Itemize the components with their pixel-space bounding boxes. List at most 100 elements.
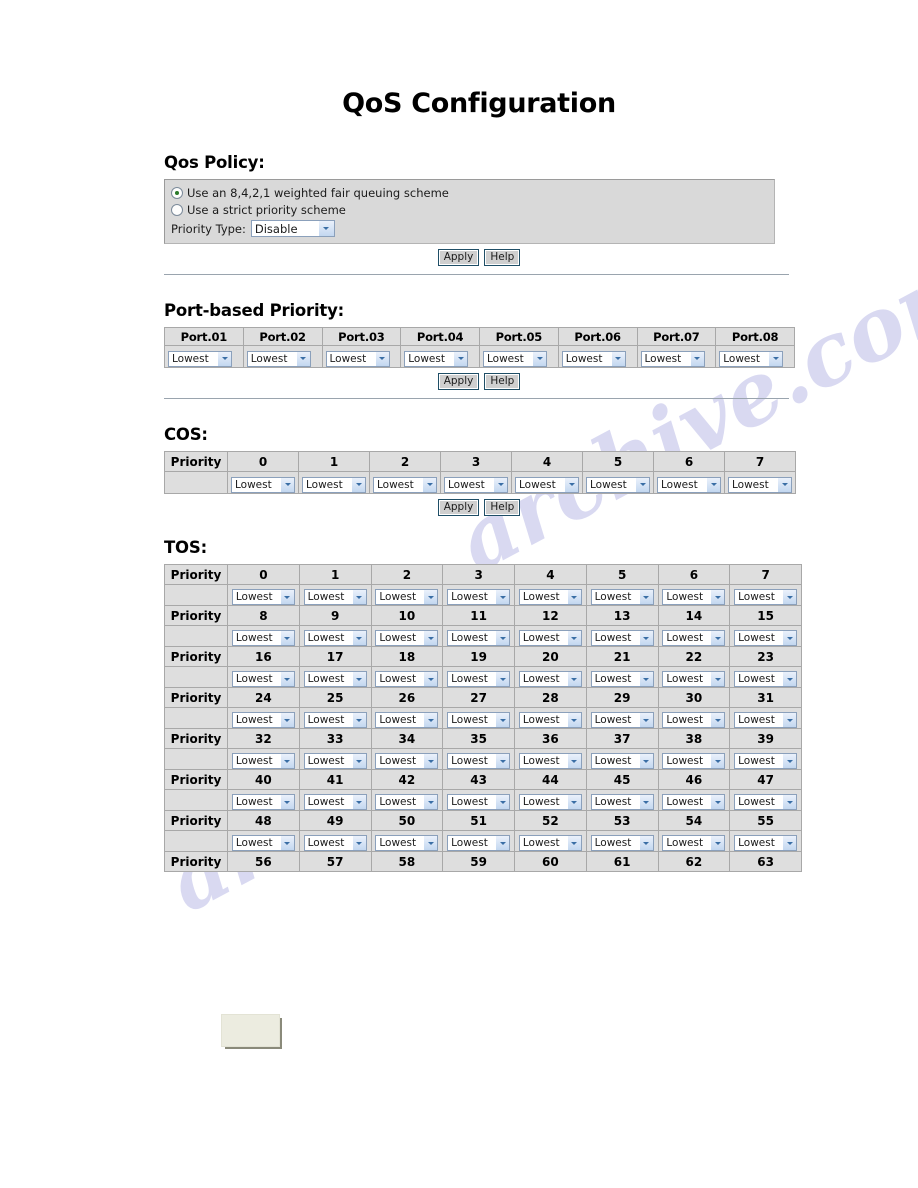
chevron-down-icon[interactable] [423, 795, 438, 809]
tos-priority-select[interactable]: Lowest [662, 753, 726, 769]
priority-type-select[interactable]: Disable [250, 220, 335, 237]
chevron-down-icon[interactable] [423, 754, 438, 768]
tos-priority-select[interactable]: Lowest [734, 589, 798, 605]
cos-priority-select[interactable]: Lowest [231, 476, 295, 493]
chevron-down-icon[interactable] [453, 351, 468, 366]
chevron-down-icon[interactable] [495, 713, 510, 727]
tos-priority-select[interactable]: Lowest [447, 753, 511, 769]
chevron-down-icon[interactable] [638, 754, 653, 768]
tos-priority-select[interactable]: Lowest [375, 835, 439, 851]
chevron-down-icon[interactable] [279, 672, 294, 686]
chevron-down-icon[interactable] [374, 351, 389, 366]
tos-priority-select[interactable]: Lowest [231, 589, 295, 605]
tos-priority-select[interactable]: Lowest [734, 712, 798, 728]
chevron-down-icon[interactable] [566, 590, 581, 604]
tos-priority-select[interactable]: Lowest [231, 794, 295, 810]
port-based-apply-button[interactable]: Apply [437, 373, 480, 390]
port-priority-select[interactable]: Lowest [483, 350, 547, 367]
tos-priority-select[interactable]: Lowest [734, 835, 798, 851]
tos-priority-select[interactable]: Lowest [231, 712, 295, 728]
chevron-down-icon[interactable] [493, 477, 507, 492]
chevron-down-icon[interactable] [532, 351, 546, 366]
tos-priority-select[interactable]: Lowest [518, 589, 582, 605]
chevron-down-icon[interactable] [638, 631, 653, 645]
chevron-down-icon[interactable] [782, 795, 797, 809]
chevron-down-icon[interactable] [495, 754, 510, 768]
chevron-down-icon[interactable] [295, 351, 310, 366]
chevron-down-icon[interactable] [638, 836, 653, 850]
cos-priority-select[interactable]: Lowest [302, 476, 366, 493]
tos-priority-select[interactable]: Lowest [375, 630, 439, 646]
chevron-down-icon[interactable] [566, 713, 581, 727]
tos-priority-select[interactable]: Lowest [662, 671, 726, 687]
tos-priority-select[interactable]: Lowest [590, 712, 654, 728]
tos-priority-select[interactable]: Lowest [231, 630, 295, 646]
tos-priority-select[interactable]: Lowest [375, 589, 439, 605]
chevron-down-icon[interactable] [638, 795, 653, 809]
chevron-down-icon[interactable] [279, 836, 294, 850]
chevron-down-icon[interactable] [495, 795, 510, 809]
chevron-down-icon[interactable] [566, 795, 581, 809]
tos-priority-select[interactable]: Lowest [734, 794, 798, 810]
chevron-down-icon[interactable] [638, 590, 653, 604]
tos-priority-select[interactable]: Lowest [518, 835, 582, 851]
chevron-down-icon[interactable] [710, 713, 725, 727]
port-based-help-button[interactable]: Help [484, 373, 521, 390]
chevron-down-icon[interactable] [279, 590, 294, 604]
port-priority-select[interactable]: Lowest [561, 350, 626, 367]
cos-priority-select[interactable]: Lowest [515, 476, 579, 493]
port-priority-select[interactable]: Lowest [168, 350, 232, 367]
cos-help-button[interactable]: Help [484, 499, 521, 516]
port-priority-select[interactable]: Lowest [404, 350, 469, 367]
tos-priority-select[interactable]: Lowest [447, 671, 511, 687]
chevron-down-icon[interactable] [351, 795, 366, 809]
chevron-down-icon[interactable] [566, 672, 581, 686]
chevron-down-icon[interactable] [610, 351, 625, 366]
chevron-down-icon[interactable] [768, 351, 783, 366]
tos-priority-select[interactable]: Lowest [231, 671, 295, 687]
chevron-down-icon[interactable] [423, 631, 438, 645]
chevron-down-icon[interactable] [782, 590, 797, 604]
tos-priority-select[interactable]: Lowest [518, 630, 582, 646]
chevron-down-icon[interactable] [279, 754, 294, 768]
tos-priority-select[interactable]: Lowest [303, 794, 367, 810]
chevron-down-icon[interactable] [710, 631, 725, 645]
chevron-down-icon[interactable] [423, 672, 438, 686]
tos-priority-select[interactable]: Lowest [590, 753, 654, 769]
tos-priority-select[interactable]: Lowest [447, 835, 511, 851]
tos-priority-select[interactable]: Lowest [518, 794, 582, 810]
tos-priority-select[interactable]: Lowest [447, 630, 511, 646]
chevron-down-icon[interactable] [782, 672, 797, 686]
tos-priority-select[interactable]: Lowest [303, 753, 367, 769]
chevron-down-icon[interactable] [495, 672, 510, 686]
chevron-down-icon[interactable] [279, 713, 294, 727]
tos-priority-select[interactable]: Lowest [590, 630, 654, 646]
chevron-down-icon[interactable] [566, 631, 581, 645]
cos-priority-select[interactable]: Lowest [444, 476, 508, 493]
tos-priority-select[interactable]: Lowest [375, 753, 439, 769]
tos-priority-select[interactable]: Lowest [662, 835, 726, 851]
chevron-down-icon[interactable] [710, 836, 725, 850]
cos-apply-button[interactable]: Apply [437, 499, 480, 516]
chevron-down-icon[interactable] [217, 351, 231, 366]
chevron-down-icon[interactable] [423, 713, 438, 727]
chevron-down-icon[interactable] [782, 836, 797, 850]
chevron-down-icon[interactable] [279, 631, 294, 645]
chevron-down-icon[interactable] [710, 672, 725, 686]
tos-priority-select[interactable]: Lowest [303, 589, 367, 605]
tos-priority-select[interactable]: Lowest [662, 712, 726, 728]
radio-icon-wfq[interactable] [171, 187, 183, 199]
chevron-down-icon[interactable] [782, 754, 797, 768]
chevron-down-icon[interactable] [351, 672, 366, 686]
tos-priority-select[interactable]: Lowest [447, 794, 511, 810]
chevron-down-icon[interactable] [351, 754, 366, 768]
cos-priority-select[interactable]: Lowest [373, 476, 437, 493]
tos-priority-select[interactable]: Lowest [590, 835, 654, 851]
tos-priority-select[interactable]: Lowest [590, 589, 654, 605]
chevron-down-icon[interactable] [351, 713, 366, 727]
chevron-down-icon[interactable] [710, 795, 725, 809]
chevron-down-icon[interactable] [710, 754, 725, 768]
chevron-down-icon[interactable] [423, 590, 438, 604]
radio-option-wfq[interactable]: Use an 8,4,2,1 weighted fair queuing sch… [171, 185, 768, 201]
tos-priority-select[interactable]: Lowest [447, 589, 511, 605]
